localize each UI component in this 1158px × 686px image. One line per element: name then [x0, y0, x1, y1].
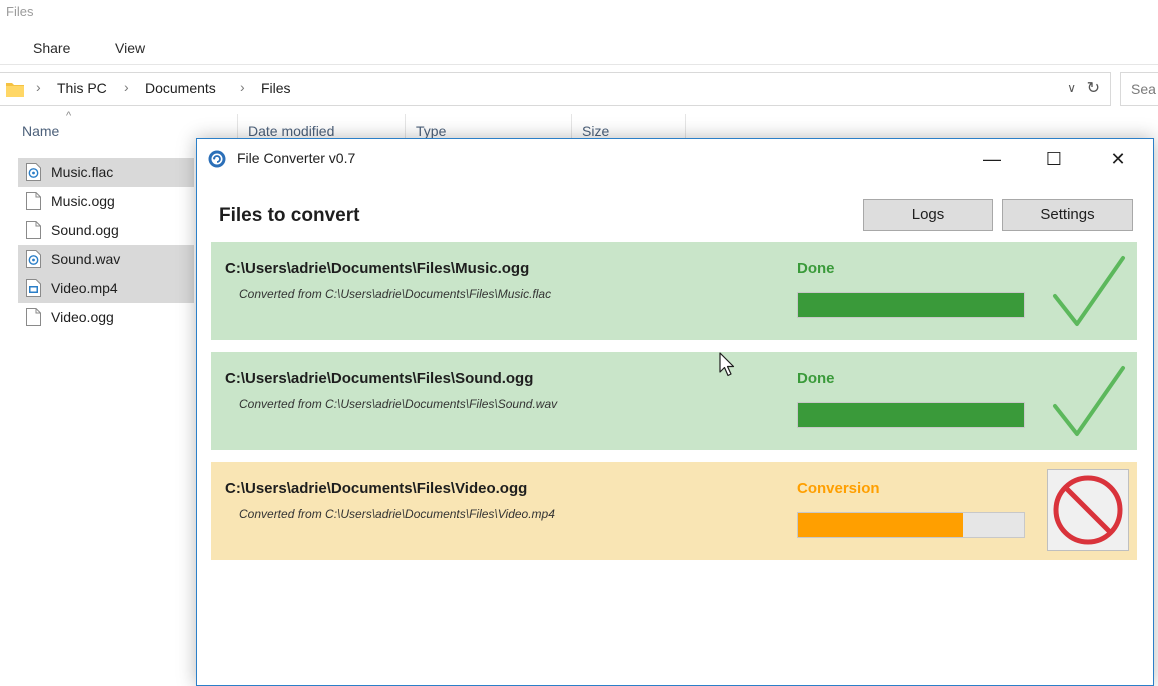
breadcrumb-documents[interactable]: Documents [145, 80, 216, 96]
file-name: Video.mp4 [51, 280, 118, 296]
audio-file-icon [26, 163, 41, 181]
checkmark-icon [1053, 256, 1125, 326]
job-progress-bar [797, 292, 1025, 318]
file-list: Music.flac Music.ogg Sound.ogg Sound.wav… [18, 158, 194, 332]
converter-title-bar[interactable]: File Converter v0.7 — ☐ ✕ [197, 139, 1153, 179]
folder-icon [6, 83, 24, 97]
job-source-path: Converted from C:\Users\adrie\Documents\… [239, 507, 555, 521]
video-file-icon [26, 279, 41, 297]
job-source-path: Converted from C:\Users\adrie\Documents\… [239, 397, 558, 411]
explorer-window-title: Files [6, 4, 34, 19]
sort-ascending-icon: ^ [66, 110, 72, 122]
context-tab-title: Files [274, 0, 338, 24]
job-output-path: C:\Users\adrie\Documents\Files\Music.ogg [225, 260, 530, 277]
conversion-job-item: C:\Users\adrie\Documents\Files\Music.ogg… [211, 242, 1137, 340]
job-output-path: C:\Users\adrie\Documents\Files\Sound.ogg [225, 370, 534, 387]
audio-file-icon [26, 250, 41, 268]
file-item-music-ogg[interactable]: Music.ogg [18, 187, 194, 216]
settings-button[interactable]: Settings [1002, 199, 1133, 231]
mouse-cursor-icon [719, 352, 735, 377]
breadcrumb-separator-icon: › [36, 79, 41, 95]
tab-play[interactable]: Play [174, 30, 272, 64]
breadcrumb-separator-icon: › [124, 79, 129, 95]
file-name: Music.flac [51, 164, 114, 180]
chevron-down-icon[interactable]: ∨ [1067, 81, 1076, 95]
job-source-path: Converted from C:\Users\adrie\Documents\… [239, 287, 552, 301]
job-status-label: Done [797, 370, 835, 387]
file-name: Video.ogg [51, 309, 114, 325]
cancel-conversion-button[interactable] [1047, 469, 1129, 551]
breadcrumb-this-pc[interactable]: This PC [57, 80, 107, 96]
logs-button[interactable]: Logs [863, 199, 993, 231]
file-name: Music.ogg [51, 193, 115, 209]
close-button[interactable]: ✕ [1095, 139, 1141, 179]
file-item-video-mp4[interactable]: Video.mp4 [18, 274, 194, 303]
job-progress-fill [798, 403, 1024, 427]
file-name: Sound.ogg [51, 222, 119, 238]
ribbon-tabs: Share View Play [0, 30, 1158, 65]
refresh-icon[interactable]: ↻ [1087, 78, 1100, 98]
address-bar[interactable]: › This PC › Documents › Files ∨ ↻ [0, 72, 1111, 106]
blank-file-icon [26, 192, 41, 210]
blank-file-icon [26, 221, 41, 239]
file-item-sound-wav[interactable]: Sound.wav [18, 245, 194, 274]
file-item-sound-ogg[interactable]: Sound.ogg [18, 216, 194, 245]
minimize-button[interactable]: — [969, 139, 1015, 179]
job-status-label: Conversion [797, 480, 880, 497]
job-status-label: Done [797, 260, 835, 277]
file-converter-app-icon [208, 150, 226, 168]
explorer-title-bar: Files Files [0, 0, 1158, 24]
maximize-button[interactable]: ☐ [1031, 139, 1077, 179]
converter-window-title: File Converter v0.7 [237, 150, 356, 166]
job-progress-bar [797, 512, 1025, 538]
conversion-job-item: C:\Users\adrie\Documents\Files\Sound.ogg… [211, 352, 1137, 450]
file-converter-window: File Converter v0.7 — ☐ ✕ Files to conve… [196, 138, 1154, 686]
tab-share[interactable]: Share [33, 40, 70, 56]
job-output-path: C:\Users\adrie\Documents\Files\Video.ogg [225, 480, 528, 497]
job-progress-bar [797, 402, 1025, 428]
file-item-video-ogg[interactable]: Video.ogg [18, 303, 194, 332]
job-progress-fill [798, 513, 963, 537]
file-item-music-flac[interactable]: Music.flac [18, 158, 194, 187]
file-name: Sound.wav [51, 251, 121, 267]
blank-file-icon [26, 308, 41, 326]
column-header-name[interactable]: Name [22, 123, 59, 157]
breadcrumb-files[interactable]: Files [261, 80, 291, 96]
search-placeholder: Sea [1131, 81, 1156, 97]
conversion-job-item: C:\Users\adrie\Documents\Files\Video.ogg… [211, 462, 1137, 560]
cancel-icon [1053, 475, 1123, 545]
search-input[interactable]: Sea [1120, 72, 1158, 106]
breadcrumb-separator-icon: › [240, 79, 245, 95]
tab-view[interactable]: View [115, 40, 145, 56]
files-to-convert-heading: Files to convert [219, 205, 360, 226]
job-progress-fill [798, 293, 1024, 317]
checkmark-icon [1053, 366, 1125, 436]
